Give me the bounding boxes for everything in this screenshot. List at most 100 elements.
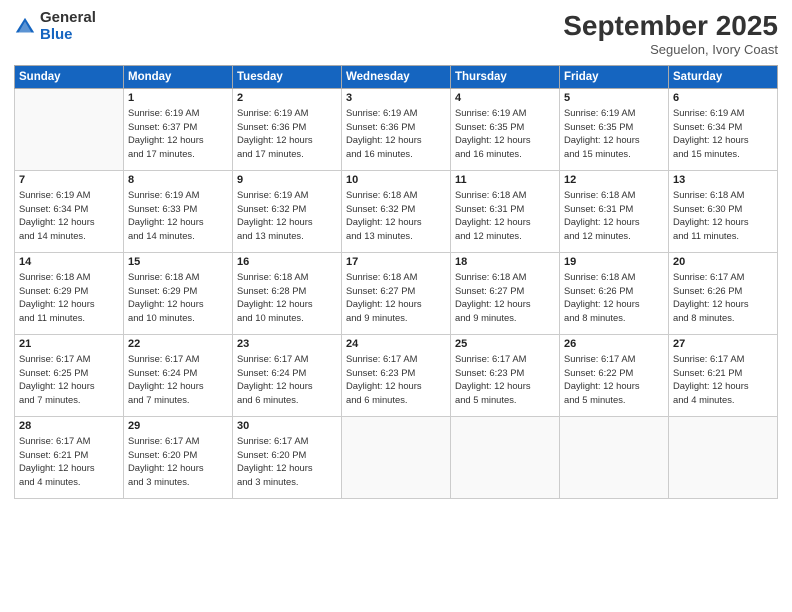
day-info: Sunrise: 6:19 AMSunset: 6:34 PMDaylight:…: [673, 106, 773, 161]
day-number: 23: [237, 338, 337, 350]
table-row: 29 Sunrise: 6:17 AMSunset: 6:20 PMDayligh…: [124, 417, 233, 499]
table-row: 15 Sunrise: 6:18 AMSunset: 6:29 PMDayligh…: [124, 253, 233, 335]
day-info: Sunrise: 6:17 AMSunset: 6:26 PMDaylight:…: [673, 270, 773, 325]
table-row: 25Sunrise: 6:17 AMSunset: 6:23 PMDayligh…: [451, 335, 560, 417]
table-row: [342, 417, 451, 499]
calendar-header-row: Sunday Monday Tuesday Wednesday Thursday…: [15, 66, 778, 89]
day-number: 2: [237, 92, 337, 104]
table-row: 17 Sunrise: 6:18 AMSunset: 6:27 PMDayligh…: [342, 253, 451, 335]
day-number: 16: [237, 256, 337, 268]
day-number: 24: [346, 338, 446, 350]
day-number: 30: [237, 420, 337, 432]
logo-blue: Blue: [40, 27, 96, 44]
table-row: 16 Sunrise: 6:18 AMSunset: 6:28 PMDayligh…: [233, 253, 342, 335]
day-number: 22: [128, 338, 228, 350]
calendar-week-row: 7Sunrise: 6:19 AMSunset: 6:34 PMDaylight…: [15, 171, 778, 253]
logo-icon: [14, 16, 36, 38]
day-info: Sunrise: 6:18 AMSunset: 6:26 PMDaylight:…: [564, 270, 664, 325]
day-info: Sunrise: 6:17 AMSunset: 6:22 PMDaylight:…: [564, 352, 664, 407]
table-row: 1 Sunrise: 6:19 AMSunset: 6:37 PMDaylight…: [124, 89, 233, 171]
table-row: 28Sunrise: 6:17 AMSunset: 6:21 PMDayligh…: [15, 417, 124, 499]
calendar-week-row: 21Sunrise: 6:17 AMSunset: 6:25 PMDayligh…: [15, 335, 778, 417]
day-info: Sunrise: 6:17 AMSunset: 6:24 PMDaylight:…: [237, 352, 337, 407]
table-row: 22 Sunrise: 6:17 AMSunset: 6:24 PMDayligh…: [124, 335, 233, 417]
day-number: 3: [346, 92, 446, 104]
table-row: 3 Sunrise: 6:19 AMSunset: 6:36 PMDaylight…: [342, 89, 451, 171]
day-number: 11: [455, 174, 555, 186]
table-row: 7Sunrise: 6:19 AMSunset: 6:34 PMDaylight…: [15, 171, 124, 253]
table-row: 12 Sunrise: 6:18 AMSunset: 6:31 PMDayligh…: [560, 171, 669, 253]
day-number: 5: [564, 92, 664, 104]
day-number: 13: [673, 174, 773, 186]
day-info: Sunrise: 6:18 AMSunset: 6:32 PMDaylight:…: [346, 188, 446, 243]
table-row: 30 Sunrise: 6:17 AMSunset: 6:20 PMDayligh…: [233, 417, 342, 499]
day-info: Sunrise: 6:18 AMSunset: 6:30 PMDaylight:…: [673, 188, 773, 243]
day-info: Sunrise: 6:17 AMSunset: 6:20 PMDaylight:…: [237, 434, 337, 489]
day-number: 12: [564, 174, 664, 186]
header-wednesday: Wednesday: [342, 66, 451, 89]
table-row: 2 Sunrise: 6:19 AMSunset: 6:36 PMDaylight…: [233, 89, 342, 171]
table-row: 18Sunrise: 6:18 AMSunset: 6:27 PMDayligh…: [451, 253, 560, 335]
day-number: 26: [564, 338, 664, 350]
day-number: 25: [455, 338, 555, 350]
day-info: Sunrise: 6:19 AMSunset: 6:36 PMDaylight:…: [237, 106, 337, 161]
day-number: 6: [673, 92, 773, 104]
logo: General Blue: [14, 10, 96, 43]
day-number: 9: [237, 174, 337, 186]
day-info: Sunrise: 6:18 AMSunset: 6:31 PMDaylight:…: [564, 188, 664, 243]
day-info: Sunrise: 6:19 AMSunset: 6:35 PMDaylight:…: [564, 106, 664, 161]
logo-general: General: [40, 10, 96, 27]
table-row: 10 Sunrise: 6:18 AMSunset: 6:32 PMDayligh…: [342, 171, 451, 253]
table-row: [15, 89, 124, 171]
day-info: Sunrise: 6:18 AMSunset: 6:29 PMDaylight:…: [128, 270, 228, 325]
day-info: Sunrise: 6:19 AMSunset: 6:34 PMDaylight:…: [19, 188, 119, 243]
day-info: Sunrise: 6:19 AMSunset: 6:37 PMDaylight:…: [128, 106, 228, 161]
day-info: Sunrise: 6:18 AMSunset: 6:31 PMDaylight:…: [455, 188, 555, 243]
day-info: Sunrise: 6:17 AMSunset: 6:20 PMDaylight:…: [128, 434, 228, 489]
table-row: 19Sunrise: 6:18 AMSunset: 6:26 PMDayligh…: [560, 253, 669, 335]
day-number: 15: [128, 256, 228, 268]
day-info: Sunrise: 6:17 AMSunset: 6:21 PMDaylight:…: [673, 352, 773, 407]
day-number: 4: [455, 92, 555, 104]
day-info: Sunrise: 6:18 AMSunset: 6:27 PMDaylight:…: [346, 270, 446, 325]
day-number: 29: [128, 420, 228, 432]
table-row: 13 Sunrise: 6:18 AMSunset: 6:30 PMDayligh…: [669, 171, 778, 253]
title-block: September 2025 Seguelon, Ivory Coast: [563, 10, 778, 57]
table-row: 9 Sunrise: 6:19 AMSunset: 6:32 PMDaylight…: [233, 171, 342, 253]
table-row: 20 Sunrise: 6:17 AMSunset: 6:26 PMDayligh…: [669, 253, 778, 335]
day-number: 20: [673, 256, 773, 268]
page: General Blue September 2025 Seguelon, Iv…: [0, 0, 792, 612]
header-thursday: Thursday: [451, 66, 560, 89]
logo-text: General Blue: [40, 10, 96, 43]
header-monday: Monday: [124, 66, 233, 89]
day-info: Sunrise: 6:19 AMSunset: 6:35 PMDaylight:…: [455, 106, 555, 161]
header-sunday: Sunday: [15, 66, 124, 89]
day-info: Sunrise: 6:17 AMSunset: 6:24 PMDaylight:…: [128, 352, 228, 407]
header-friday: Friday: [560, 66, 669, 89]
header-saturday: Saturday: [669, 66, 778, 89]
day-info: Sunrise: 6:18 AMSunset: 6:28 PMDaylight:…: [237, 270, 337, 325]
calendar-week-row: 1 Sunrise: 6:19 AMSunset: 6:37 PMDaylight…: [15, 89, 778, 171]
day-number: 17: [346, 256, 446, 268]
day-info: Sunrise: 6:19 AMSunset: 6:32 PMDaylight:…: [237, 188, 337, 243]
day-number: 21: [19, 338, 119, 350]
table-row: 4 Sunrise: 6:19 AMSunset: 6:35 PMDaylight…: [451, 89, 560, 171]
table-row: 11 Sunrise: 6:18 AMSunset: 6:31 PMDayligh…: [451, 171, 560, 253]
calendar-week-row: 28Sunrise: 6:17 AMSunset: 6:21 PMDayligh…: [15, 417, 778, 499]
day-info: Sunrise: 6:19 AMSunset: 6:36 PMDaylight:…: [346, 106, 446, 161]
day-number: 8: [128, 174, 228, 186]
table-row: 23 Sunrise: 6:17 AMSunset: 6:24 PMDayligh…: [233, 335, 342, 417]
table-row: 24 Sunrise: 6:17 AMSunset: 6:23 PMDayligh…: [342, 335, 451, 417]
day-number: 10: [346, 174, 446, 186]
day-number: 1: [128, 92, 228, 104]
table-row: 8 Sunrise: 6:19 AMSunset: 6:33 PMDaylight…: [124, 171, 233, 253]
day-info: Sunrise: 6:19 AMSunset: 6:33 PMDaylight:…: [128, 188, 228, 243]
table-row: 6 Sunrise: 6:19 AMSunset: 6:34 PMDaylight…: [669, 89, 778, 171]
location-subtitle: Seguelon, Ivory Coast: [563, 42, 778, 57]
day-number: 14: [19, 256, 119, 268]
table-row: [560, 417, 669, 499]
day-info: Sunrise: 6:17 AMSunset: 6:23 PMDaylight:…: [346, 352, 446, 407]
table-row: [669, 417, 778, 499]
table-row: 27 Sunrise: 6:17 AMSunset: 6:21 PMDayligh…: [669, 335, 778, 417]
day-number: 27: [673, 338, 773, 350]
